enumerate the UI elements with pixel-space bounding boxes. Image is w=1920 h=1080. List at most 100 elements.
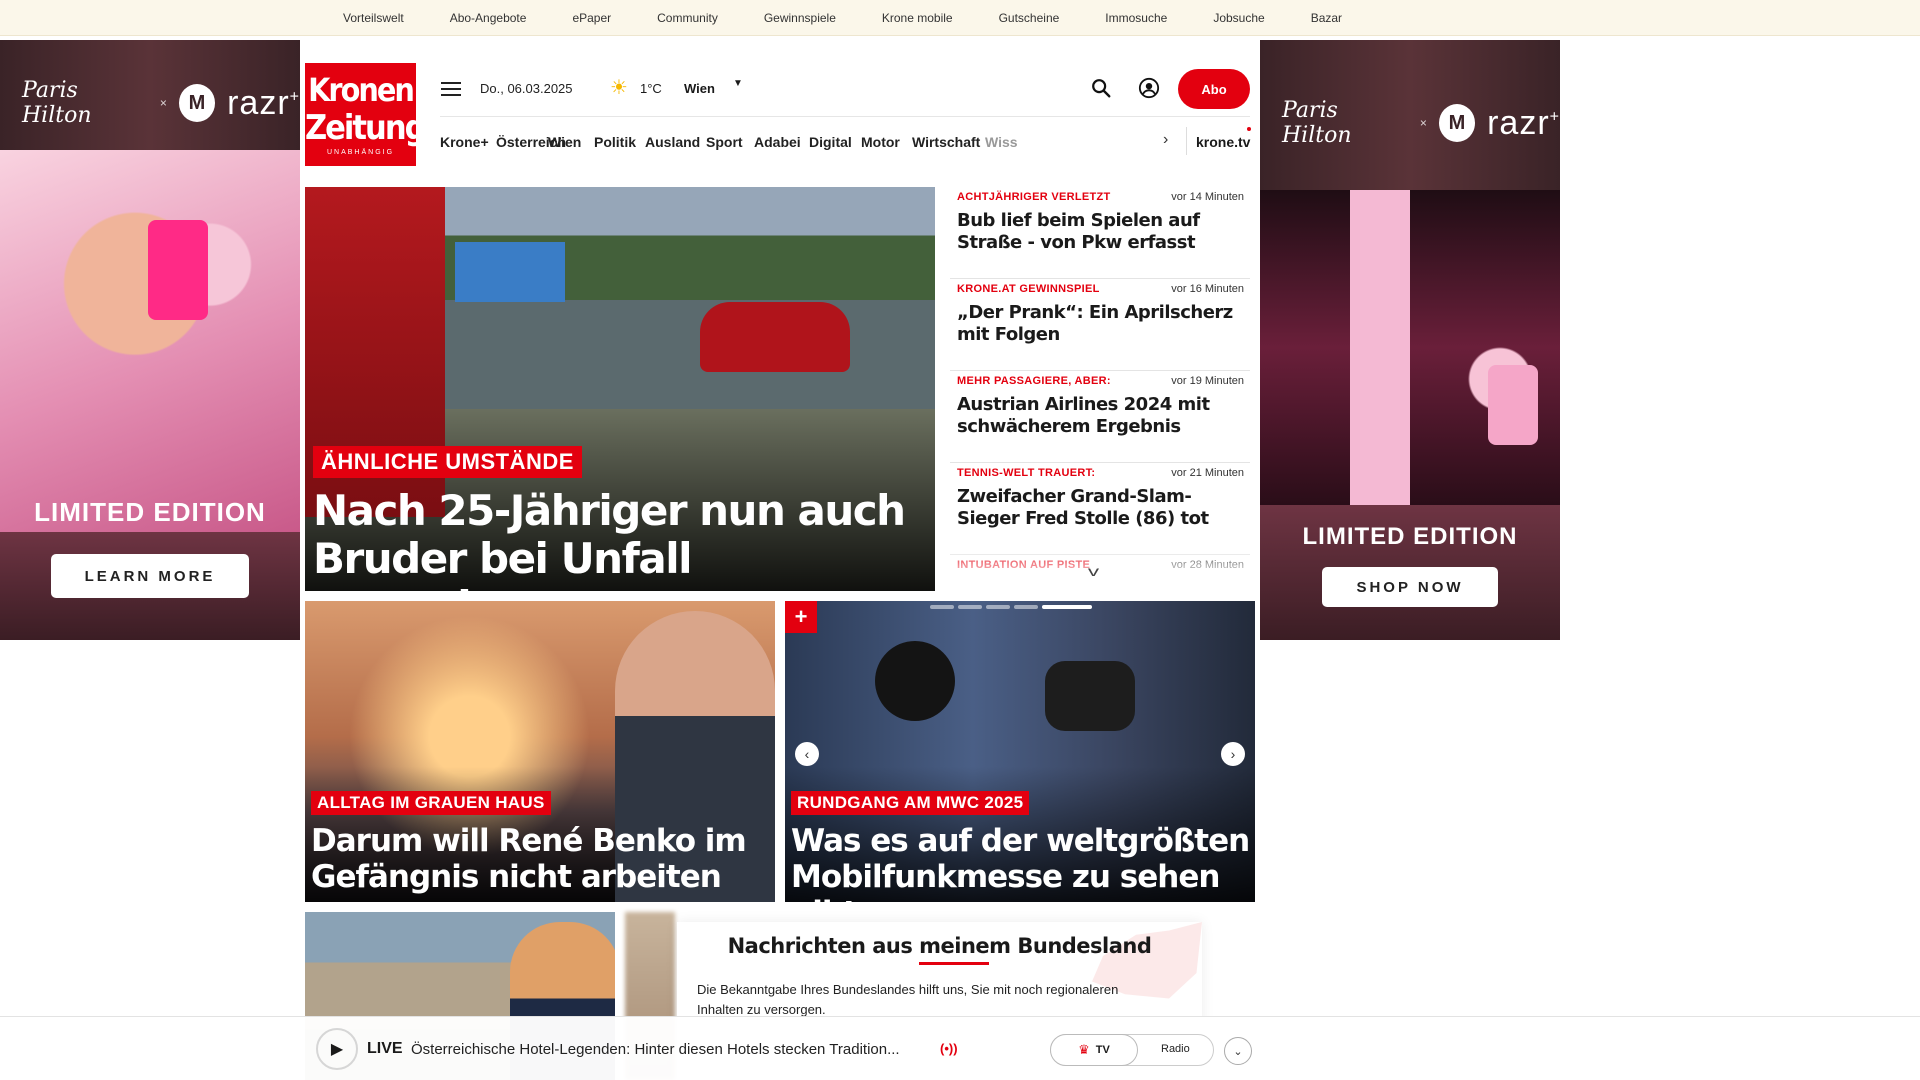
bundesland-title: Nachrichten aus meinem Bundesland [727, 934, 1152, 958]
logo-line1: Kronen [308, 71, 415, 109]
radio-option[interactable]: Radio [1161, 1043, 1190, 1055]
article-card-benko[interactable]: ALLTAG IM GRAUEN HAUS Darum will René Be… [305, 601, 775, 902]
kronen-zeitung-logo[interactable]: Kronen Zeitung UNABHÄNGIG [305, 63, 427, 166]
tv-label: TV [1095, 1044, 1110, 1056]
card-kicker: RUNDGANG AM MWC 2025 [791, 791, 1030, 815]
motorola-logo-icon: M [1438, 104, 1476, 142]
topbar-link[interactable]: Krone mobile [882, 11, 953, 25]
nav-item[interactable]: Ausland [645, 134, 700, 150]
ad-image: LIMITED EDITION [0, 150, 300, 532]
slider-dot-active[interactable] [1042, 605, 1092, 609]
news-item[interactable]: TENNIS-WELT TRAUERT: vor 21 Minuten Zweifa… [950, 463, 1250, 555]
slider-dot[interactable] [986, 605, 1010, 609]
city-selector[interactable]: Wien [684, 81, 715, 96]
chevron-down-icon[interactable]: ▼ [733, 78, 743, 89]
broadcast-icon: (•)) [940, 1041, 958, 1056]
topbar-link[interactable]: Gutscheine [999, 11, 1060, 25]
ad-brand-name: razr+ [1487, 103, 1560, 142]
tv-radio-toggle[interactable]: ♛ TV Radio [1050, 1034, 1214, 1066]
topbar-link[interactable]: Gewinnspiele [764, 11, 836, 25]
nav-item[interactable]: Wiss [985, 134, 1018, 150]
krone-plus-icon: + [785, 601, 817, 633]
search-icon[interactable] [1090, 77, 1112, 99]
top-utility-links: Vorteilswelt Abo-Angebote ePaper Community G… [343, 11, 1388, 25]
tv-option[interactable]: ♛ TV [1050, 1034, 1138, 1066]
logo-subline: UNABHÄNGIG [326, 149, 395, 156]
news-timestamp: vor 16 Minuten [1171, 283, 1244, 295]
ad-signature: Paris Hilton [22, 78, 92, 128]
nav-item[interactable]: Digital [809, 134, 852, 150]
current-date: Do., 06.03.2025 [480, 81, 573, 96]
news-list-fade [950, 545, 1250, 590]
news-timestamp: vor 21 Minuten [1171, 467, 1244, 479]
ad-right[interactable]: ▷✕ Paris Hilton × M razr+ LIMITED EDITIO… [1260, 40, 1560, 640]
chevron-down-icon[interactable]: ⌄ [1224, 1037, 1252, 1065]
ad-headline: LIMITED EDITION [34, 497, 266, 527]
hero-kicker: ÄHNLICHE UMSTÄNDE [313, 446, 582, 478]
news-timestamp: vor 19 Minuten [1171, 375, 1244, 387]
topbar-link[interactable]: Bazar [1311, 11, 1342, 25]
ad-brand-name: razr+ [227, 83, 300, 122]
nav-item[interactable]: Wirtschaft [912, 134, 980, 150]
hero-image-car [700, 302, 850, 372]
hero-title[interactable]: Nach 25-Jähriger nun auch Bruder bei Unf… [313, 487, 923, 592]
article-card-mwc[interactable]: + ‹ › RUNDGANG AM MWC 2025 Was es auf de… [785, 601, 1255, 902]
ad-headline: LIMITED EDITION [1302, 523, 1518, 550]
card-image-vr-headset [1045, 661, 1135, 731]
news-item[interactable]: MEHR PASSAGIERE, ABER: vor 19 Minuten Aust… [950, 371, 1250, 463]
nav-item[interactable]: Sport [706, 134, 743, 150]
topbar-link[interactable]: Immosuche [1105, 11, 1167, 25]
nav-item[interactable]: Krone+ [440, 134, 489, 150]
ad-phone-image [1488, 365, 1538, 445]
play-icon[interactable]: ▶ [316, 1028, 358, 1070]
chevron-down-icon[interactable]: v [1088, 563, 1099, 579]
slider-prev-icon[interactable]: ‹ [795, 742, 819, 766]
topbar-link[interactable]: Vorteilswelt [343, 11, 404, 25]
nav-divider [1186, 127, 1187, 155]
abo-button[interactable]: Abo [1178, 69, 1250, 109]
news-title[interactable]: Zweifacher Grand-Slam-Sieger Fred Stolle… [957, 486, 1244, 530]
latest-news-list: ACHTJÄHRIGER VERLETZT vor 14 Minuten Bub l… [950, 187, 1250, 570]
news-title[interactable]: Bub lief beim Spielen auf Straße - von P… [957, 210, 1244, 254]
motorola-logo-icon: M [178, 84, 216, 122]
slider-dot[interactable] [958, 605, 982, 609]
slider-dots [930, 605, 1092, 609]
topbar-link[interactable]: Abo-Angebote [450, 11, 527, 25]
topbar-link[interactable]: Jobsuche [1213, 11, 1264, 25]
bundesland-description: Die Bekanntgabe Ihres Bundeslandes hilft… [697, 982, 1119, 1017]
topbar-link[interactable]: ePaper [572, 11, 611, 25]
hero-image-truck [455, 242, 565, 302]
chevron-right-icon[interactable]: › [1163, 131, 1168, 149]
live-player-bar: ▶ LIVE Österreichische Hotel-Legenden: H… [0, 1016, 1920, 1080]
hero-article[interactable]: ÄHNLICHE UMSTÄNDE Nach 25-Jähriger nun a… [305, 187, 935, 591]
news-title[interactable]: „Der Prank“: Ein Aprilscherz mit Folgen [957, 302, 1244, 346]
card-title[interactable]: Darum will René Benko im Gefängnis nicht… [311, 823, 771, 895]
ad-left[interactable]: ▷✕ Paris Hilton × M razr+ LIMITED EDITIO… [0, 40, 300, 640]
ad-image [1260, 190, 1560, 505]
live-label: LIVE [367, 1040, 403, 1057]
news-item[interactable]: KRONE.AT GEWINNSPIEL vor 16 Minuten „Der P… [950, 279, 1250, 371]
ad-learn-more-button[interactable]: LEARN MORE [51, 554, 249, 598]
logo-line2: Zeitung [305, 108, 427, 148]
slider-dot[interactable] [1014, 605, 1038, 609]
ad-shop-now-button[interactable]: SHOP NOW [1322, 567, 1498, 607]
news-title[interactable]: Austrian Airlines 2024 mit schwächerem E… [957, 394, 1244, 438]
news-timestamp: vor 14 Minuten [1171, 191, 1244, 203]
slider-dot[interactable] [930, 605, 954, 609]
nav-item[interactable]: Politik [594, 134, 636, 150]
ad-phone-image [148, 220, 208, 320]
ad-signature: Paris Hilton [1282, 98, 1352, 148]
topbar-link[interactable]: Community [657, 11, 718, 25]
title-underline [919, 962, 989, 965]
ad-footer: LIMITED EDITION SHOP NOW [1260, 505, 1560, 640]
account-icon[interactable] [1138, 77, 1160, 99]
menu-icon[interactable] [441, 82, 461, 100]
card-title[interactable]: Was es auf der weltgrößten Mobilfunkmess… [791, 823, 1251, 902]
slider-next-icon[interactable]: › [1221, 742, 1245, 766]
nav-item[interactable]: Wien [548, 134, 581, 150]
news-item[interactable]: ACHTJÄHRIGER VERLETZT vor 14 Minuten Bub l… [950, 187, 1250, 279]
live-stream-title[interactable]: Österreichische Hotel-Legenden: Hinter d… [411, 1041, 900, 1058]
nav-item-kronetv[interactable]: krone.tv [1196, 134, 1250, 150]
nav-item[interactable]: Motor [861, 134, 900, 150]
nav-item[interactable]: Adabei [754, 134, 801, 150]
